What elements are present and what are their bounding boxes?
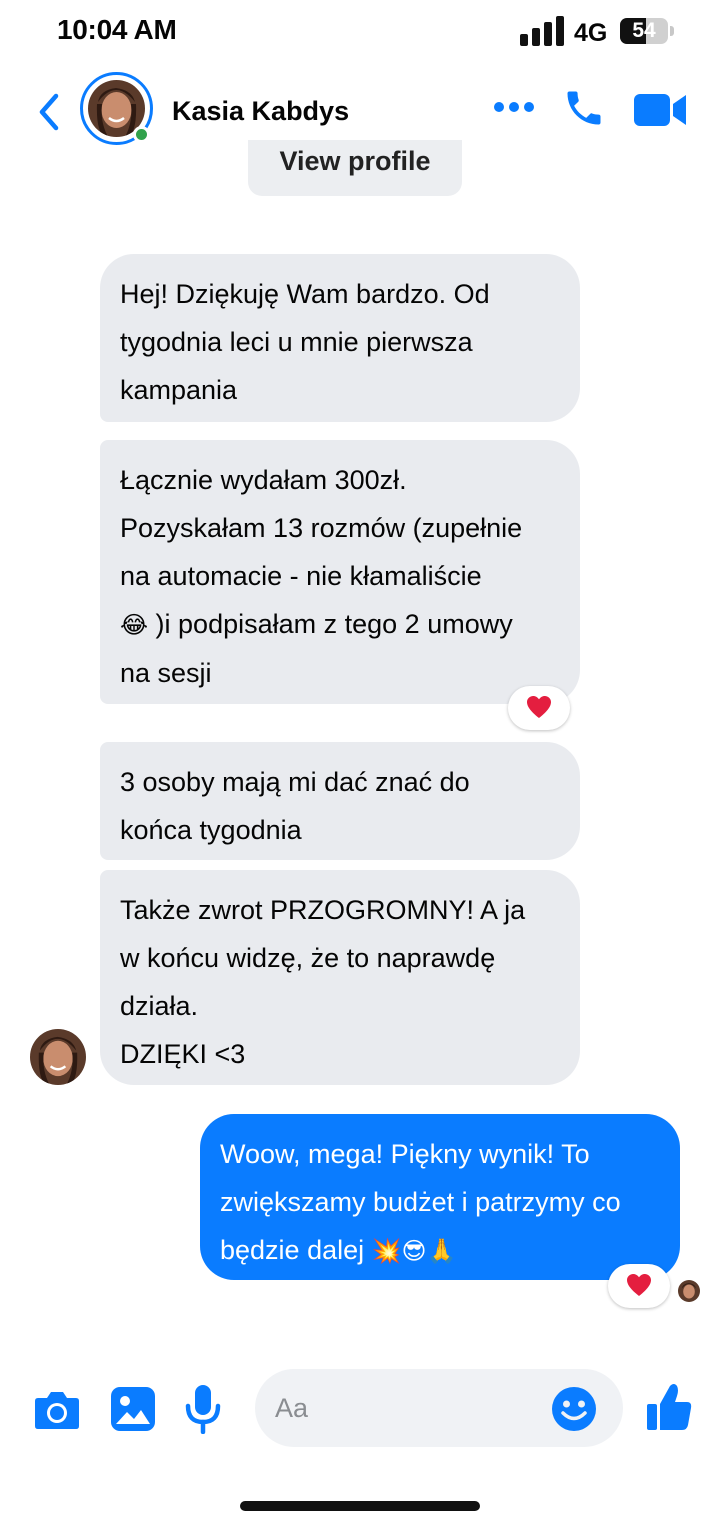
back-icon[interactable] (34, 92, 64, 132)
emoji-icon[interactable] (551, 1386, 597, 1432)
network-type: 4G (574, 19, 608, 47)
contact-name[interactable]: Kasia Kabdys (172, 96, 349, 127)
message-text: Także zwrot PRZOGROMNY! A ja w końcu wid… (120, 895, 526, 1069)
message-text-continued: )i podpisałam z tego 2 umowy na sesji (120, 609, 513, 688)
outgoing-message[interactable]: Woow, mega! Piękny wynik! To zwiększamy … (200, 1114, 680, 1280)
heart-reaction[interactable] (608, 1264, 670, 1308)
signal-strength-icon (520, 16, 564, 46)
camera-icon[interactable] (34, 1388, 80, 1430)
video-call-icon[interactable] (634, 90, 688, 130)
status-time: 10:04 AM (57, 14, 177, 45)
home-indicator[interactable] (240, 1501, 480, 1511)
laughing-emoji: 😂 (120, 611, 149, 639)
online-status-dot (133, 126, 150, 143)
incoming-message[interactable]: Także zwrot PRZOGROMNY! A ja w końcu wid… (100, 870, 580, 1085)
emoji-group: 💥😎🙏 (371, 1237, 457, 1265)
input-placeholder: Aa (275, 1393, 309, 1423)
incoming-message[interactable]: 3 osoby mają mi dać znać do końca tygodn… (100, 742, 580, 860)
more-icon[interactable] (492, 100, 536, 114)
seen-indicator-avatar (678, 1280, 700, 1302)
incoming-message[interactable]: Hej! Dziękuję Wam bardzo. Od tygodnia le… (100, 254, 580, 422)
battery-icon: 54 (620, 18, 674, 46)
battery-level: 54 (632, 19, 656, 42)
heart-icon (527, 696, 551, 718)
message-text: Łącznie wydałam 300zł. Pozyskałam 13 roz… (120, 465, 523, 591)
sender-avatar[interactable] (30, 1029, 86, 1085)
message-input[interactable]: Aa (255, 1369, 623, 1447)
microphone-icon[interactable] (184, 1384, 222, 1434)
view-profile-button[interactable]: View profile (248, 140, 462, 196)
incoming-message[interactable]: Łącznie wydałam 300zł. Pozyskałam 13 roz… (100, 440, 580, 704)
heart-icon (627, 1274, 651, 1296)
message-text: Hej! Dziękuję Wam bardzo. Od tygodnia le… (120, 279, 490, 405)
heart-reaction[interactable] (508, 686, 570, 730)
like-icon[interactable] (646, 1382, 692, 1432)
message-text: 3 osoby mają mi dać znać do końca tygodn… (120, 767, 470, 845)
phone-call-icon[interactable] (562, 86, 606, 130)
gallery-icon[interactable] (110, 1386, 156, 1432)
view-profile-label: View profile (279, 146, 431, 176)
